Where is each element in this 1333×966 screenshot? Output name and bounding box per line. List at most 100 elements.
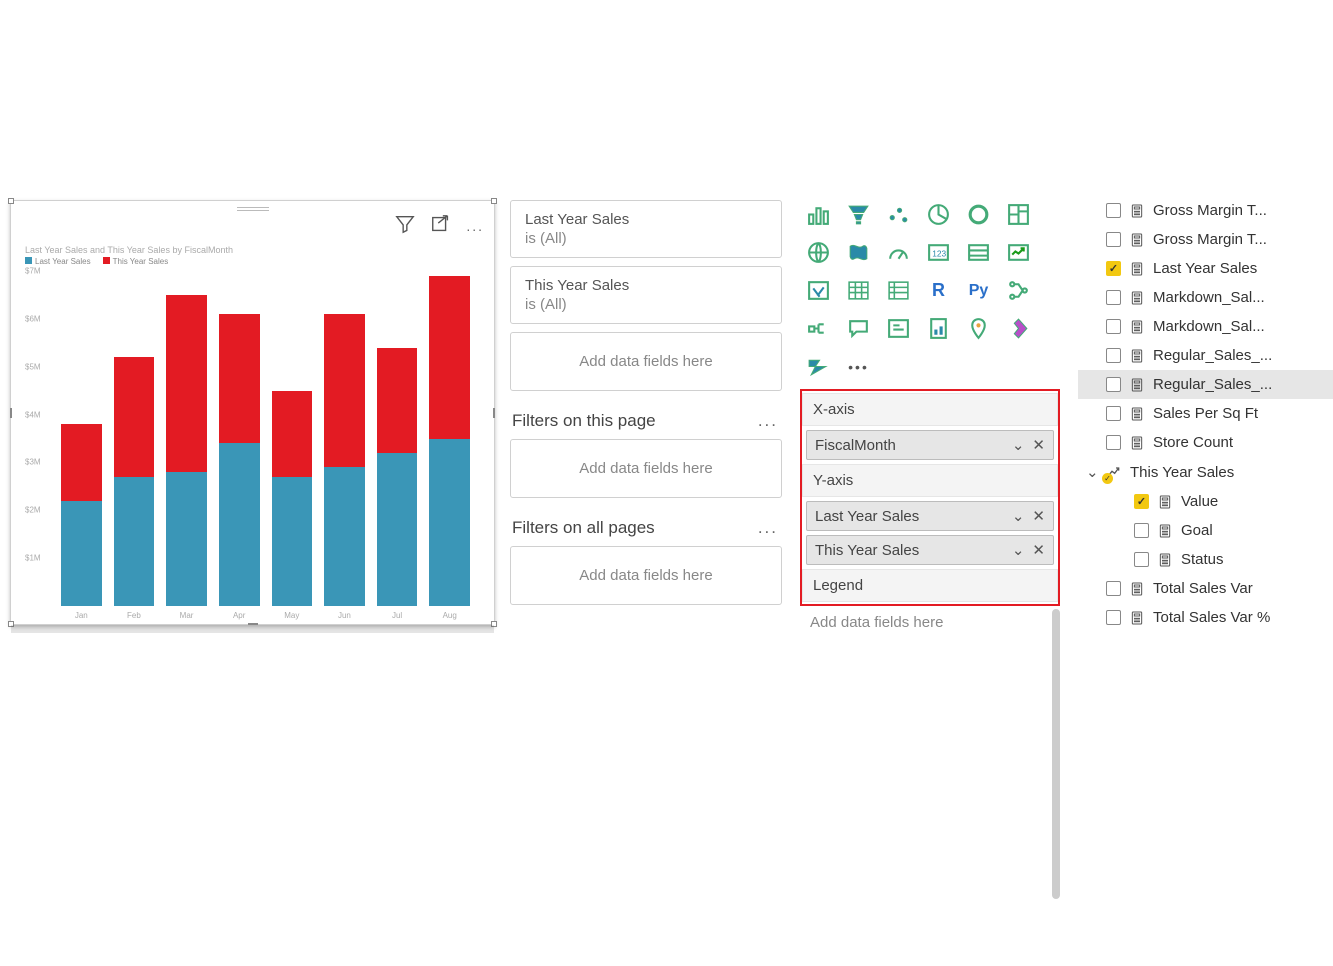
resize-handle[interactable]	[493, 408, 495, 418]
y-tick: $7M	[25, 267, 41, 276]
bar[interactable]	[377, 348, 418, 606]
remove-icon[interactable]: ✕	[1032, 436, 1045, 454]
decomposition-icon[interactable]	[806, 316, 831, 341]
card-icon[interactable]: 123	[926, 240, 951, 265]
scrollbar[interactable]	[1052, 609, 1060, 899]
donut-chart-icon[interactable]	[966, 202, 991, 227]
field-row[interactable]: Value	[1078, 487, 1333, 516]
checkbox[interactable]	[1134, 523, 1149, 538]
filter-card[interactable]: This Year Sales is (All)	[510, 266, 782, 324]
checkbox[interactable]	[1106, 435, 1121, 450]
legend-dropzone[interactable]: Add data fields here	[800, 606, 1060, 639]
field-row[interactable]: Markdown_Sal...	[1078, 312, 1333, 341]
checkbox[interactable]	[1106, 261, 1121, 276]
resize-handle[interactable]	[248, 623, 258, 625]
field-row[interactable]: Gross Margin T...	[1078, 196, 1333, 225]
checkbox[interactable]	[1106, 319, 1121, 334]
bar[interactable]	[61, 424, 102, 606]
checkbox[interactable]	[1106, 610, 1121, 625]
bar[interactable]	[429, 276, 470, 606]
field-row[interactable]: Regular_Sales_...	[1078, 341, 1333, 370]
checkbox[interactable]	[1134, 552, 1149, 567]
resize-handle[interactable]	[8, 198, 14, 204]
visualization-gallery: 123 R Py •••	[800, 200, 1060, 389]
focus-icon[interactable]	[430, 213, 452, 238]
resize-handle[interactable]	[491, 621, 497, 627]
yaxis-field-pill[interactable]: Last Year Sales ⌄✕	[806, 501, 1054, 531]
resize-handle[interactable]	[8, 621, 14, 627]
filter-card[interactable]: Last Year Sales is (All)	[510, 200, 782, 258]
more-options-icon[interactable]: ...	[758, 411, 778, 431]
drag-grip-icon[interactable]	[237, 207, 269, 211]
checkbox[interactable]	[1106, 581, 1121, 596]
bar[interactable]	[272, 391, 313, 606]
chevron-down-icon[interactable]: ⌄	[1012, 436, 1025, 454]
multi-card-icon[interactable]	[966, 240, 991, 265]
qa-icon[interactable]	[846, 316, 871, 341]
field-row[interactable]: Total Sales Var	[1078, 574, 1333, 603]
remove-icon[interactable]: ✕	[1032, 541, 1045, 559]
python-visual-icon[interactable]: Py	[966, 278, 991, 303]
filter-dropzone[interactable]: Add data fields here	[510, 439, 782, 498]
field-row[interactable]: Total Sales Var %	[1078, 603, 1333, 632]
powerapps-icon[interactable]	[1006, 316, 1031, 341]
checkbox[interactable]	[1106, 377, 1121, 392]
field-row[interactable]: Gross Margin T...	[1078, 225, 1333, 254]
filled-map-icon[interactable]	[846, 240, 871, 265]
pie-chart-icon[interactable]	[926, 202, 951, 227]
field-label: Markdown_Sal...	[1153, 289, 1265, 306]
remove-icon[interactable]: ✕	[1032, 507, 1045, 525]
filters-all-label: Filters on all pages	[512, 518, 655, 538]
bar[interactable]	[166, 295, 207, 606]
x-tick: Apr	[233, 611, 245, 620]
narrative-icon[interactable]	[886, 316, 911, 341]
checkbox[interactable]	[1106, 348, 1121, 363]
field-row[interactable]: Goal	[1078, 516, 1333, 545]
yaxis-field-pill[interactable]: This Year Sales ⌄✕	[806, 535, 1054, 565]
map-icon[interactable]	[806, 240, 831, 265]
filter-dropzone[interactable]: Add data fields here	[510, 546, 782, 605]
checkbox[interactable]	[1134, 494, 1149, 509]
funnel-chart-icon[interactable]	[846, 202, 871, 227]
checkbox[interactable]	[1106, 290, 1121, 305]
table-icon[interactable]	[846, 278, 871, 303]
key-influencers-icon[interactable]	[1006, 278, 1031, 303]
field-row[interactable]: Markdown_Sal...	[1078, 283, 1333, 312]
scatter-chart-icon[interactable]	[886, 202, 911, 227]
chevron-down-icon[interactable]: ⌄	[1012, 507, 1025, 525]
checkbox[interactable]	[1106, 232, 1121, 247]
bar[interactable]	[219, 314, 260, 606]
field-row[interactable]: Store Count	[1078, 428, 1333, 457]
column-chart-icon[interactable]	[806, 202, 831, 227]
resize-handle[interactable]	[491, 198, 497, 204]
resize-handle[interactable]	[10, 408, 12, 418]
chart-visual-container[interactable]: ... Last Year Sales and This Year Sales …	[10, 200, 495, 625]
filter-dropzone[interactable]: Add data fields here	[510, 332, 782, 391]
matrix-icon[interactable]	[886, 278, 911, 303]
filter-icon[interactable]	[394, 213, 416, 238]
checkbox[interactable]	[1106, 203, 1121, 218]
bar[interactable]	[114, 357, 155, 606]
gauge-icon[interactable]	[886, 240, 911, 265]
y-tick: $3M	[25, 458, 41, 467]
xaxis-field-pill[interactable]: FiscalMonth ⌄✕	[806, 430, 1054, 460]
more-options-icon[interactable]: ...	[466, 218, 484, 234]
kpi-icon[interactable]	[1006, 240, 1031, 265]
more-visuals-icon[interactable]: •••	[846, 354, 871, 379]
arcgis-icon[interactable]	[966, 316, 991, 341]
more-options-icon[interactable]: ...	[758, 518, 778, 538]
slicer-icon[interactable]	[806, 278, 831, 303]
bar[interactable]	[324, 314, 365, 606]
field-row[interactable]: Sales Per Sq Ft	[1078, 399, 1333, 428]
checkbox[interactable]	[1106, 406, 1121, 421]
paginated-icon[interactable]	[926, 316, 951, 341]
automate-icon[interactable]	[806, 354, 831, 379]
r-visual-icon[interactable]: R	[926, 278, 951, 303]
field-group[interactable]: ⌄✓This Year Sales	[1078, 457, 1333, 487]
chevron-down-icon[interactable]: ⌄	[1012, 541, 1025, 559]
treemap-icon[interactable]	[1006, 202, 1031, 227]
field-row[interactable]: Last Year Sales	[1078, 254, 1333, 283]
chevron-down-icon[interactable]: ⌄	[1086, 463, 1098, 481]
field-row[interactable]: Status	[1078, 545, 1333, 574]
field-row[interactable]: Regular_Sales_...	[1078, 370, 1333, 399]
